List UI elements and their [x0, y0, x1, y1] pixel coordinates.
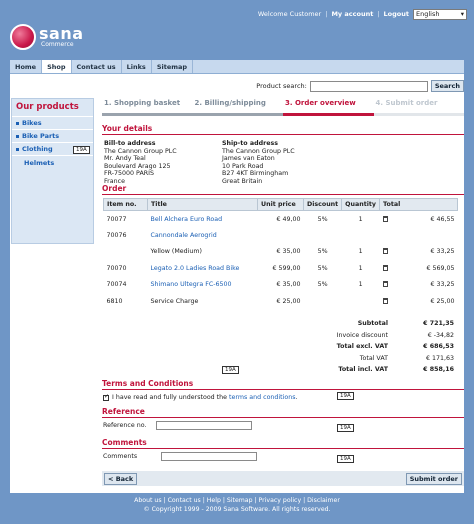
table-row: 70074 Shimano Ultegra FC-6500 € 35,00 5% 1 € …: [106, 281, 455, 289]
total-excl-vat-row: Total excl. VAT € 686,53: [336, 343, 454, 351]
nav-contact-us[interactable]: Contact us: [72, 60, 122, 73]
chevron-down-icon: ▾: [460, 10, 464, 18]
step-order-overview: 3. Order overview: [283, 99, 374, 116]
product-link[interactable]: Bell Alchera Euro Road: [151, 216, 223, 223]
search-label: Product search:: [256, 82, 307, 90]
total-vat-row: Total VAT € 171,63: [359, 354, 454, 362]
terms-checkbox[interactable]: [103, 393, 109, 401]
top-user-bar: Welcome Customer | My account | Logout E…: [258, 8, 467, 20]
bullet-icon: [16, 147, 19, 151]
sidebar-item-bike-parts[interactable]: Bike Parts: [12, 130, 93, 143]
reference-heading: Reference: [102, 407, 145, 416]
product-link[interactable]: Shimano Ultegra FC-6500: [151, 281, 232, 288]
ship-to-address: Ship-to address The Cannon Group PLC Jam…: [222, 140, 295, 185]
reference-row: Reference no.: [103, 421, 253, 430]
trash-icon[interactable]: [382, 281, 388, 288]
logo[interactable]: sana Commerce: [10, 24, 84, 50]
terms-link[interactable]: terms and conditions: [229, 394, 295, 401]
product-sidebar: Our products Bikes Bike Parts Clothing H…: [11, 98, 94, 244]
table-header-row: Item no. Title Unit price Discount Quant…: [103, 198, 458, 211]
annotation-tag: 19A: [337, 392, 354, 400]
table-row: Yellow (Medium) € 35,00 5% 1 € 33,25: [150, 248, 455, 256]
nav-sitemap[interactable]: Sitemap: [152, 60, 194, 73]
table-row: 70070 Legato 2.0 Ladies Road Bike € 599,00…: [106, 264, 455, 272]
subtotal-row: Subtotal € 721,35: [357, 320, 454, 328]
annotation-tag: 19A: [73, 146, 90, 154]
order-table: Item no. Title Unit price Discount Quant…: [103, 198, 458, 310]
logout-link[interactable]: Logout: [384, 10, 409, 18]
table-row: 70077 Bell Alchera Euro Road € 49,00 5% 1 € 4…: [106, 215, 455, 223]
nav-home[interactable]: Home: [10, 60, 43, 73]
action-bar: < Back Submit order: [102, 471, 464, 486]
order-totals: Subtotal € 721,35 Invoice discount € -34,8…: [103, 318, 458, 376]
bill-to-address: Bill-to address The Cannon Group PLC Mr.…: [104, 140, 177, 185]
comments-row: Comments: [103, 452, 258, 461]
invoice-discount-row: Invoice discount € -34,82: [336, 331, 454, 339]
divider: [102, 417, 464, 418]
annotation-tag: 19A: [222, 366, 239, 374]
search-input[interactable]: [309, 80, 428, 92]
product-link[interactable]: Cannondale Aerogrid: [151, 232, 217, 239]
step-billing-shipping[interactable]: 2. Billing/shipping: [192, 99, 283, 116]
sidebar-item-bikes[interactable]: Bikes: [12, 117, 93, 130]
footer-links[interactable]: About us | Contact us | Help | Sitemap |…: [10, 496, 464, 505]
my-account-link[interactable]: My account: [331, 10, 373, 18]
divider: [102, 389, 464, 390]
comments-label: Comments: [103, 453, 138, 460]
divider: [102, 448, 464, 449]
step-submit-order: 4. Submit order: [373, 99, 464, 116]
search-button[interactable]: Search: [430, 80, 464, 92]
reference-input[interactable]: [156, 421, 253, 430]
annotation-tag: 19A: [337, 424, 354, 432]
annotation-tag: 19A: [337, 455, 354, 463]
product-search: Product search: Search: [256, 80, 464, 92]
main-nav: Home Shop Contact us Links Sitemap: [10, 60, 464, 74]
copyright: © Copyright 1999 - 2009 Sana Software. A…: [143, 506, 331, 513]
total-incl-vat-row: Total incl. VAT € 858,16: [338, 366, 454, 374]
nav-links[interactable]: Links: [122, 60, 152, 73]
nav-shop[interactable]: Shop: [42, 60, 72, 73]
logo-icon: [10, 24, 36, 50]
terms-row: I have read and fully understood the ter…: [103, 393, 298, 401]
submit-order-button[interactable]: Submit order: [405, 472, 462, 485]
language-select[interactable]: English ▾: [413, 8, 467, 20]
step-shopping-basket[interactable]: 1. Shopping basket: [102, 99, 193, 116]
content-area: Product search: Search Our products Bike…: [10, 74, 464, 493]
sidebar-item-helmets[interactable]: Helmets: [12, 156, 93, 169]
divider: [102, 134, 464, 135]
bullet-icon: [16, 121, 19, 125]
your-details-heading: Your details: [102, 124, 153, 133]
welcome-text: Welcome Customer: [257, 10, 322, 18]
comments-input[interactable]: [161, 452, 258, 461]
divider: [102, 194, 464, 195]
order-heading: Order: [102, 184, 127, 193]
back-button[interactable]: < Back: [104, 472, 138, 485]
reference-label: Reference no.: [103, 422, 147, 429]
bullet-icon: [16, 134, 19, 138]
footer: About us | Contact us | Help | Sitemap |…: [10, 493, 464, 517]
comments-heading: Comments: [102, 438, 147, 447]
terms-heading: Terms and Conditions: [102, 379, 194, 388]
sidebar-title: Our products: [12, 99, 93, 117]
product-link[interactable]: Legato 2.0 Ladies Road Bike: [151, 265, 240, 272]
checkout-steps: 1. Shopping basket 2. Billing/shipping 3…: [102, 99, 464, 116]
trash-icon[interactable]: [382, 215, 388, 222]
table-row: 70076 Cannondale Aerogrid: [106, 231, 217, 239]
trash-icon[interactable]: [382, 297, 388, 304]
trash-icon[interactable]: [382, 248, 388, 255]
trash-icon[interactable]: [382, 264, 388, 271]
table-row: 6810 Service Charge € 25,00 € 25,00: [106, 297, 455, 305]
